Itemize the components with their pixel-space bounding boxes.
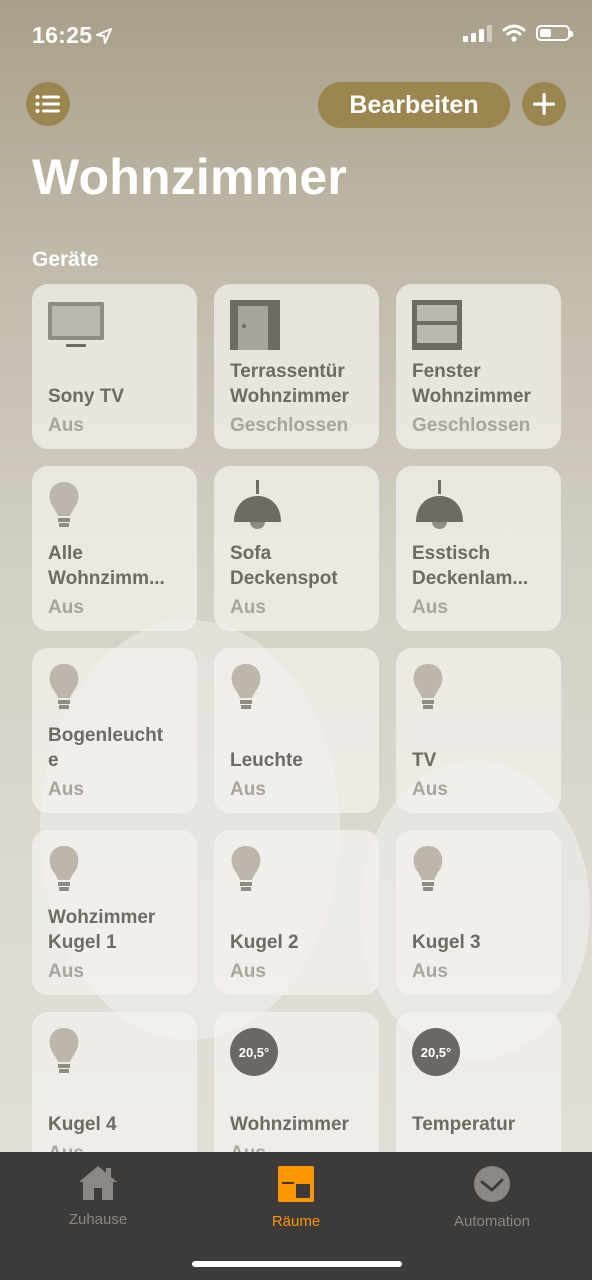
accessory-name: Bogenleucht e — [48, 725, 164, 771]
window-icon — [412, 300, 462, 350]
bulb-icon — [49, 1028, 79, 1073]
tv-icon — [48, 302, 104, 347]
accessory-state: Geschlossen — [412, 415, 531, 436]
cellular-signal-icon — [463, 24, 492, 42]
pendant-lamp-icon — [416, 480, 463, 529]
accessory-tile[interactable]: Terrassentür Wohnzimmer Geschlossen — [214, 284, 379, 449]
status-bar: 16:25 — [0, 0, 592, 70]
bulb-icon — [413, 846, 443, 891]
tab-label: Zuhause — [68, 1211, 128, 1228]
accessory-state: Aus — [412, 961, 448, 982]
accessory-tile[interactable]: Bogenleucht e Aus — [32, 648, 197, 813]
accessory-tile[interactable]: Sofa Deckenspot Aus — [214, 466, 379, 631]
accessory-state: Aus — [412, 597, 448, 618]
add-button[interactable] — [522, 82, 566, 126]
accessory-state: Aus — [48, 961, 84, 982]
tab-home[interactable]: Zuhause — [58, 1164, 138, 1228]
accessory-name: Alle Wohnzimm... — [48, 543, 165, 589]
status-icons — [463, 24, 573, 42]
bulb-icon — [49, 846, 79, 891]
accessory-tile[interactable]: Fenster Wohnzimmer Geschlossen — [396, 284, 561, 449]
accessory-state: Aus — [48, 597, 84, 618]
accessory-state: Aus — [48, 415, 84, 436]
accessory-state: Aus — [230, 779, 266, 800]
accessory-name: Fenster Wohnzimmer — [412, 361, 531, 407]
accessory-name: Leuchte — [230, 750, 303, 771]
accessory-name: Temperatur — [412, 1114, 516, 1135]
accessory-name: Wohnzimmer — [230, 1114, 349, 1135]
bulb-icon — [49, 664, 79, 709]
temperature-icon: 20,5° — [230, 1028, 278, 1076]
accessory-tile[interactable]: Leuchte Aus — [214, 648, 379, 813]
tab-label: Automation — [454, 1213, 530, 1230]
room-title: Wohnzimmer — [32, 149, 347, 205]
accessory-state: Aus — [412, 779, 448, 800]
accessory-tile[interactable]: Alle Wohnzimm... Aus — [32, 466, 197, 631]
accessory-name: Sony TV — [48, 386, 125, 407]
accessory-state: Aus — [230, 597, 266, 618]
clock-icon — [474, 1166, 510, 1202]
plus-icon — [533, 93, 555, 115]
accessory-tile[interactable]: Esstisch Deckenlam... Aus — [396, 466, 561, 631]
home-indicator[interactable] — [192, 1261, 402, 1267]
tab-rooms[interactable]: Räume — [256, 1164, 336, 1230]
section-label-devices: Geräte — [32, 248, 99, 271]
accessory-state: Geschlossen — [230, 415, 349, 436]
list-icon — [35, 95, 60, 113]
accessory-state: Aus — [48, 779, 84, 800]
temperature-icon: 20,5° — [412, 1028, 460, 1076]
bulb-icon — [231, 664, 261, 709]
bulb-icon — [49, 482, 79, 527]
accessory-tile[interactable]: TV Aus — [396, 648, 561, 813]
accessory-name: Kugel 3 — [412, 932, 481, 953]
accessory-state: Aus — [230, 961, 266, 982]
accessory-tile[interactable]: Sony TV Aus — [32, 284, 197, 449]
accessory-name: Sofa Deckenspot — [230, 543, 338, 589]
tab-automation[interactable]: Automation — [442, 1164, 542, 1230]
accessory-name: Kugel 2 — [230, 932, 299, 953]
accessory-tile[interactable]: Wohzimmer Kugel 1 Aus — [32, 830, 197, 995]
status-time: 16:25 — [32, 22, 113, 49]
accessory-name: Esstisch Deckenlam... — [412, 543, 529, 589]
tab-label: Räume — [271, 1213, 321, 1230]
bulb-icon — [413, 664, 443, 709]
accessory-name: Terrassentür Wohnzimmer — [230, 361, 349, 407]
rooms-icon — [278, 1166, 314, 1202]
door-icon — [230, 300, 280, 350]
bulb-icon — [231, 846, 261, 891]
accessory-name: TV — [412, 750, 437, 771]
battery-icon — [536, 25, 573, 41]
pendant-lamp-icon — [234, 480, 281, 529]
home-icon — [79, 1166, 117, 1200]
location-arrow-icon — [96, 28, 113, 44]
wifi-icon — [502, 24, 526, 42]
accessory-name: Kugel 4 — [48, 1114, 117, 1135]
accessory-tile[interactable]: Kugel 3 Aus — [396, 830, 561, 995]
accessory-name: Wohzimmer Kugel 1 — [48, 907, 156, 953]
edit-button[interactable]: Bearbeiten — [318, 82, 510, 128]
accessory-tile[interactable]: Kugel 2 Aus — [214, 830, 379, 995]
menu-list-button[interactable] — [26, 82, 70, 126]
